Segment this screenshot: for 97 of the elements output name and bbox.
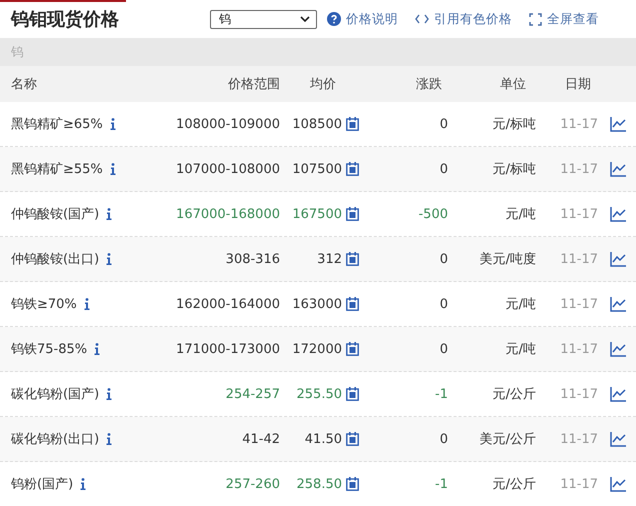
price-range: 257-260 [224, 476, 280, 492]
average-price: 163000 [291, 296, 342, 312]
info-icon[interactable] [110, 118, 116, 130]
price-range: 107000-108000 [175, 162, 280, 176]
price-range: 171000-173000 [175, 342, 280, 356]
info-icon[interactable] [94, 343, 100, 355]
average-price: 41.50 [304, 432, 342, 446]
price-date: 11-17 [559, 206, 599, 222]
calendar-icon[interactable] [346, 387, 358, 401]
calendar-icon[interactable] [346, 342, 358, 356]
price-date: 11-17 [559, 476, 599, 492]
column-header: 名称 [11, 76, 38, 93]
product-name: 钨铁75-85% [11, 341, 88, 358]
product-name: 黑钨精矿≥65% [11, 116, 103, 133]
info-icon[interactable] [84, 298, 90, 310]
header-link[interactable]: 全屏查看 [529, 10, 599, 28]
code-icon [415, 14, 429, 24]
price-unit: 美元/公斤 [478, 431, 536, 448]
price-date: 11-17 [559, 342, 599, 356]
caret-icon [300, 16, 310, 22]
product-name: 碳化钨粉(出口) [11, 431, 100, 448]
average-price: 172000 [291, 342, 342, 356]
product-name: 钨铁≥70% [11, 296, 77, 313]
price-unit: 元/标吨 [492, 161, 536, 178]
line-chart-icon[interactable] [610, 252, 626, 266]
calendar-icon[interactable] [346, 207, 358, 221]
price-range: 167000-168000 [175, 206, 280, 222]
line-chart-icon[interactable] [610, 342, 626, 356]
info-icon[interactable] [110, 163, 116, 175]
product-name: 碳化钨粉(国产) [11, 386, 100, 403]
price-range: 41-42 [241, 432, 280, 446]
average-price: 258.50 [296, 476, 342, 492]
help-icon [327, 12, 341, 26]
info-icon[interactable] [106, 433, 112, 445]
price-change: 0 [438, 252, 448, 266]
line-chart-icon[interactable] [610, 386, 626, 402]
calendar-icon[interactable] [346, 162, 358, 176]
price-date: 11-17 [559, 162, 599, 176]
price-date: 11-17 [559, 432, 599, 446]
category-select[interactable]: 钨 [210, 10, 317, 28]
info-icon[interactable] [80, 478, 86, 490]
price-change: -1 [434, 386, 448, 402]
price-change: 0 [438, 296, 448, 312]
price-change: 0 [438, 116, 448, 132]
price-unit: 元/公斤 [492, 386, 536, 403]
average-price: 255.50 [296, 386, 342, 402]
column-header: 日期 [564, 76, 592, 93]
price-change: 0 [438, 342, 448, 356]
average-price: 167500 [291, 206, 342, 222]
product-name: 仲钨酸铵(国产) [11, 206, 100, 223]
info-icon[interactable] [106, 253, 112, 265]
price-unit: 元/公斤 [492, 476, 536, 493]
price-unit: 元/吨 [504, 341, 536, 358]
calendar-icon[interactable] [346, 297, 358, 311]
header-link[interactable]: 引用有色价格 [415, 10, 512, 28]
section-label: 钨 [11, 44, 24, 60]
column-header: 均价 [309, 76, 337, 93]
price-range: 254-257 [224, 386, 280, 402]
average-price: 312 [316, 252, 342, 266]
price-unit: 元/吨 [504, 206, 536, 223]
average-price: 108500 [291, 116, 342, 132]
calendar-icon[interactable] [346, 477, 358, 491]
line-chart-icon[interactable] [610, 476, 626, 492]
price-unit: 元/标吨 [492, 116, 536, 133]
price-change: -1 [434, 476, 448, 492]
average-price: 107500 [291, 162, 342, 176]
calendar-icon[interactable] [346, 252, 358, 266]
info-icon[interactable] [106, 208, 112, 220]
price-range: 162000-164000 [175, 296, 280, 312]
header-link[interactable]: 价格说明 [327, 10, 398, 28]
page-title: 钨钼现货价格 [11, 8, 120, 31]
line-chart-icon[interactable] [610, 296, 626, 312]
line-chart-icon[interactable] [610, 116, 626, 132]
product-name: 黑钨精矿≥55% [11, 161, 103, 178]
price-unit: 元/吨 [504, 296, 536, 313]
price-date: 11-17 [559, 386, 599, 402]
price-range: 308-316 [224, 252, 280, 266]
product-name: 仲钨酸铵(出口) [11, 251, 100, 268]
price-date: 11-17 [559, 116, 599, 132]
line-chart-icon[interactable] [610, 432, 626, 446]
price-unit: 美元/吨度 [478, 251, 536, 268]
price-change: -500 [417, 206, 448, 222]
calendar-icon[interactable] [346, 117, 358, 131]
fullscreen-icon [529, 12, 542, 26]
line-chart-icon[interactable] [610, 162, 626, 176]
price-change: 0 [438, 162, 448, 176]
product-name: 钨粉(国产) [11, 476, 74, 493]
column-header: 价格范围 [227, 76, 280, 93]
column-header: 单位 [499, 76, 527, 93]
line-chart-icon[interactable] [610, 206, 626, 222]
info-icon[interactable] [106, 388, 112, 400]
calendar-icon[interactable] [346, 432, 358, 446]
price-change: 0 [438, 432, 448, 446]
price-date: 11-17 [559, 296, 599, 312]
column-header: 涨跌 [415, 76, 443, 93]
price-range: 108000-109000 [175, 116, 280, 132]
price-date: 11-17 [559, 252, 599, 266]
